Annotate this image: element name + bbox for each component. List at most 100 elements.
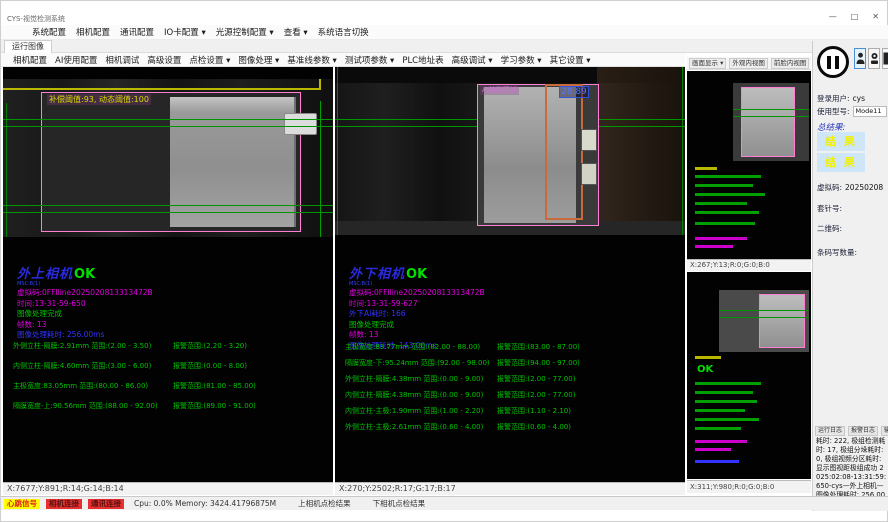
mini-text-line xyxy=(695,418,759,421)
measure-line xyxy=(733,109,809,110)
tool-learning-params[interactable]: 学习参数 ▾ xyxy=(497,54,546,66)
log-tab-alarm[interactable]: 报警日志 xyxy=(848,426,878,436)
measurement-row: 内侧立柱-隔膜:4.60mm 范围:(3.00 - 6.00)报警范围:(0.0… xyxy=(13,356,329,376)
mini-tab-display[interactable]: 画面显示 ▾ xyxy=(689,58,726,69)
mini-text-line xyxy=(695,400,757,403)
alarm-range: 报警范围:(94.00 - 97.00) xyxy=(497,358,580,368)
tool-spot-check[interactable]: 点检设置 ▾ xyxy=(185,54,234,66)
camera-title: 外上相机OK xyxy=(17,263,153,282)
alarm-range: 报警范围:(0.60 - 4.00) xyxy=(497,422,571,432)
done-line: 图像处理完成 xyxy=(17,309,153,319)
measurement-row: 隔膜宽度-上:90.56mm 范围:(88.00 - 92.00)报警范围:(8… xyxy=(13,396,329,416)
mini-text-line xyxy=(695,222,755,225)
measure-line xyxy=(733,116,809,117)
mini-text-line xyxy=(695,245,733,248)
mini-text-line xyxy=(695,391,753,394)
operator-button[interactable] xyxy=(868,48,880,69)
inspected-part xyxy=(741,87,795,157)
alarm-range: 报警范围:(0.00 - 8.00) xyxy=(173,361,247,371)
measurement-value: 隔膜宽度-下:95.24mm 范围:(92.00 - 98.00) xyxy=(345,358,497,368)
pause-button[interactable] xyxy=(817,46,849,78)
menu-item-view[interactable]: 查看 ▾ xyxy=(279,26,313,38)
tool-advanced-settings[interactable]: 高级设置 xyxy=(143,54,185,66)
mini-thumb-image xyxy=(733,83,809,161)
tool-baseline-params[interactable]: 基准线参数 ▾ xyxy=(283,54,340,66)
result-ok-label: OK xyxy=(406,267,427,282)
camera-view-upper-outer[interactable]: 补偿阈值:93, 动态阈值:100 外上相机OK MSC:B(1) 虚拟码:0F… xyxy=(3,67,333,495)
result-ok-label: OK xyxy=(697,364,713,375)
measurement-value: 外侧立柱-隔膜:4.38mm 范围:(0.00 - 9.00) xyxy=(345,374,497,384)
yellow-guide-line xyxy=(3,88,319,90)
mini-view-2[interactable]: OK xyxy=(687,272,811,479)
tool-test-params[interactable]: 测试项参数 ▾ xyxy=(341,54,398,66)
menu-item-system-config[interactable]: 系统配置 xyxy=(27,26,71,38)
close-icon[interactable]: ✕ xyxy=(872,12,879,21)
alarm-range: 报警范围:(1.10 - 2.10) xyxy=(497,406,571,416)
app-window: CYS-视觉检测系统 — □ ✕ C 系统配置 相机配置 通讯配置 IO卡配置 … xyxy=(0,0,888,522)
tool-ai-usage-config[interactable]: AI使用配置 xyxy=(51,54,101,66)
log-tab-output[interactable]: 输出日志 xyxy=(881,426,888,436)
menu-item-light-config[interactable]: 光源控制配置 ▾ xyxy=(211,26,279,38)
tool-advanced-debug[interactable]: 高级调试 ▾ xyxy=(448,54,497,66)
user-icon xyxy=(856,52,865,65)
qrcode-label: 二维码: xyxy=(817,223,842,234)
minimize-icon[interactable]: — xyxy=(829,12,837,21)
mini-text-line xyxy=(695,193,765,196)
measure-line xyxy=(3,119,333,120)
cpu-memory-text: Cpu: 0.0% Memory: 3424.41796875M xyxy=(134,499,276,508)
measurement-value: 隔膜宽度-上:90.56mm 范围:(88.00 - 92.00) xyxy=(13,401,173,411)
user-button[interactable] xyxy=(854,48,866,69)
mini-tab-front-view[interactable]: 前脸内视图 xyxy=(771,58,810,69)
camera-image-middle[interactable]: AI检测区域 28.89 xyxy=(335,67,685,235)
comm-connect-badge: 通讯连接 xyxy=(88,499,124,509)
camera-info-middle: 外下相机OK MSC:B(1) 虚拟码:0FFIline202502081331… xyxy=(349,263,485,350)
measurement-value: 主极宽度:83.05mm 范围:(80.00 - 86.00) xyxy=(13,381,173,391)
logout-icon xyxy=(883,52,888,65)
tab-run-image[interactable]: 运行图像 xyxy=(4,40,52,53)
mini-text-line xyxy=(695,202,747,205)
tool-camera-debug[interactable]: 相机调试 xyxy=(101,54,143,66)
maximize-icon[interactable]: □ xyxy=(851,12,859,21)
menu-item-io-config[interactable]: IO卡配置 ▾ xyxy=(159,26,211,38)
window-title: CYS-视觉检测系统 xyxy=(7,14,65,24)
camera-view-lower-outer[interactable]: AI检测区域 28.89 外下相机OK MSC:B(1) 虚拟码:0FFIlin… xyxy=(335,67,685,495)
measurement-overlay-value: 28.89 xyxy=(559,86,589,98)
log-tab-run[interactable]: 运行日志 xyxy=(815,426,845,436)
window-controls: — □ ✕ xyxy=(829,12,879,21)
model-value-field[interactable]: Mode11 xyxy=(853,106,887,117)
alarm-range: 报警范围:(2.00 - 77.00) xyxy=(497,374,575,384)
mini-text-line xyxy=(695,184,753,187)
measurement-value: 主极宽度:83.77mm 范围:(82.00 - 88.00) xyxy=(345,342,497,352)
status-bar: 心跳信号 相机连接 通讯连接 Cpu: 0.0% Memory: 3424.41… xyxy=(1,496,888,510)
upper-check-label[interactable]: 上相机点检结果 xyxy=(298,498,351,509)
logout-button[interactable] xyxy=(882,48,888,69)
menu-item-camera-config[interactable]: 相机配置 xyxy=(71,26,115,38)
done-line: 图像处理完成 xyxy=(349,320,485,330)
camera-name: 外上相机 xyxy=(17,267,73,282)
mini-tab-outer-view[interactable]: 外观内视图 xyxy=(729,58,768,69)
mini-text-line xyxy=(695,356,721,359)
measure-line xyxy=(3,126,333,127)
lower-check-label[interactable]: 下相机点检结果 xyxy=(373,498,426,509)
menu-item-language-switch[interactable]: 系统语言切换 xyxy=(313,26,374,38)
menu-item-comm-config[interactable]: 通讯配置 xyxy=(115,26,159,38)
mini-text-line xyxy=(695,427,741,430)
mini-view-1[interactable] xyxy=(687,71,811,259)
inspected-part xyxy=(759,294,805,348)
barcode-line: 虚拟码:0FFIline2025020813313472B xyxy=(349,288,485,298)
tool-other-settings[interactable]: 其它设置 ▾ xyxy=(546,54,595,66)
tool-camera-config[interactable]: 相机配置 xyxy=(9,54,51,66)
time-line: 时间:13-31-59-650 xyxy=(17,299,153,309)
right-sidebar: 登录用户: cys 使用型号: Mode11 总结果: 结 果 结 果 虚拟码:… xyxy=(812,41,888,511)
connector-part xyxy=(284,113,317,135)
camera-image-left[interactable]: 补偿阈值:93, 动态阈值:100 xyxy=(3,79,333,237)
measurement-value: 外侧立柱-主极:2.61mm 范围:(0.60 - 4.00) xyxy=(345,422,497,432)
menu-bar: 系统配置 相机配置 通讯配置 IO卡配置 ▾ 光源控制配置 ▾ 查看 ▾ 系统语… xyxy=(1,25,888,40)
login-user-label: 登录用户: xyxy=(817,93,850,104)
green-guide-line-right xyxy=(320,101,321,237)
measurement-row: 内侧立柱-主极:1.90mm 范围:(1.00 - 2.20)报警范围:(1.1… xyxy=(345,403,683,419)
operator-icon xyxy=(870,52,879,65)
tool-plc-address-table[interactable]: PLC地址表 xyxy=(398,54,447,66)
tool-image-processing[interactable]: 图像处理 ▾ xyxy=(234,54,283,66)
threshold-overlay-label: 补偿阈值:93, 动态阈值:100 xyxy=(47,94,151,105)
